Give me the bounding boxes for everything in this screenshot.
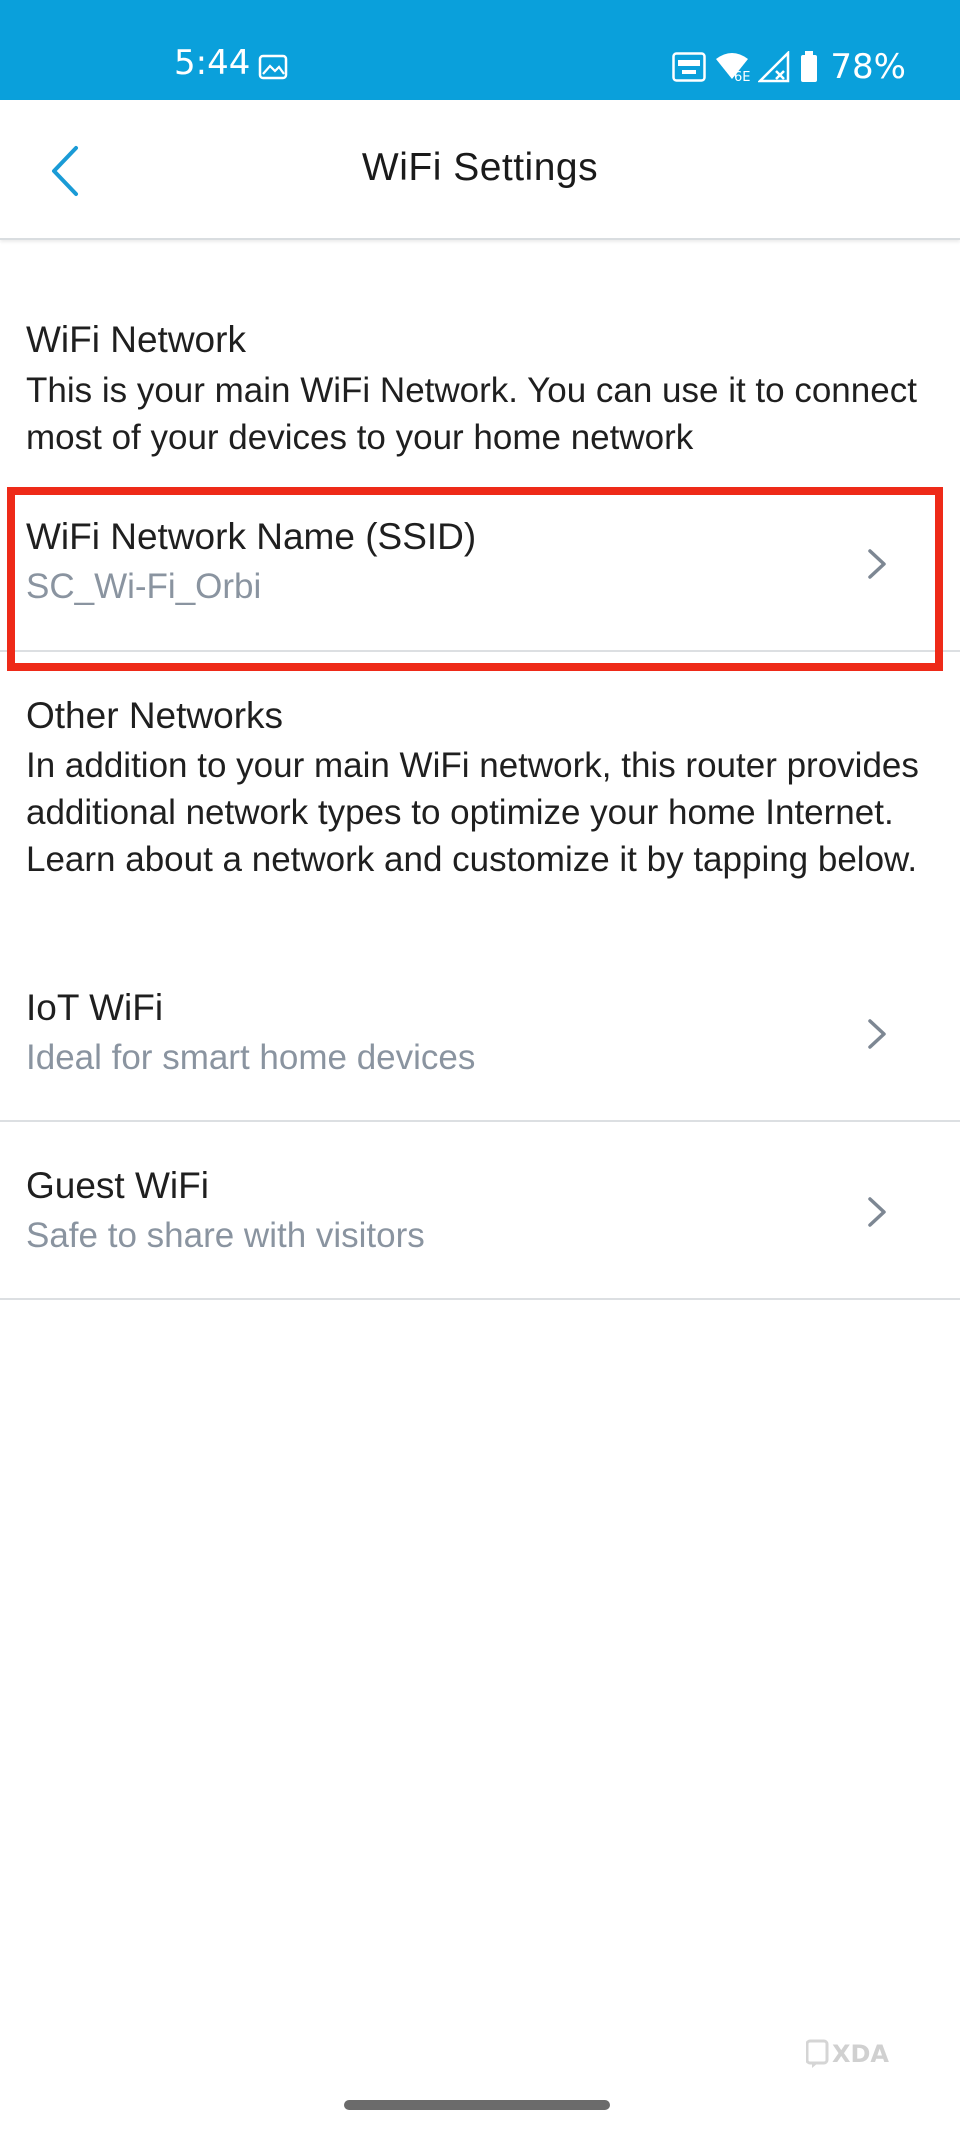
no-signal-icon <box>758 51 790 83</box>
other-networks-description: In addition to your main WiFi network, t… <box>26 746 919 879</box>
guest-wifi-label: Guest WiFi <box>26 1165 209 1206</box>
gallery-icon <box>258 54 288 80</box>
status-icons: 6E 78% <box>672 47 906 87</box>
guest-wifi-row[interactable]: Guest WiFi Safe to share with visitors <box>0 1122 960 1298</box>
battery-icon <box>801 51 818 82</box>
page-title: WiFi Settings <box>361 146 599 189</box>
chevron-right-icon <box>868 549 886 579</box>
divider <box>0 1298 960 1300</box>
status-time: 5:44 <box>174 43 251 83</box>
iot-wifi-row[interactable]: IoT WiFi Ideal for smart home devices <box>0 960 960 1120</box>
auto-hz-icon <box>672 52 707 82</box>
app-header: WiFi Settings <box>0 100 960 240</box>
iot-wifi-label: IoT WiFi <box>26 987 164 1028</box>
battery-percent: 78% <box>830 47 906 87</box>
ssid-label: WiFi Network Name (SSID) <box>26 516 477 557</box>
ssid-value: SC_Wi-Fi_Orbi <box>26 567 262 606</box>
wifi-network-description: This is your main WiFi Network. You can … <box>26 371 917 457</box>
watermark-text: XDA <box>832 2040 889 2068</box>
chevron-right-icon <box>868 1019 886 1049</box>
status-bar: 5:44 6E 78% <box>0 0 960 100</box>
other-networks-title: Other Networks <box>26 695 284 736</box>
chevron-right-icon <box>868 1197 886 1227</box>
network-badge: 6E <box>734 70 750 83</box>
divider <box>0 650 960 652</box>
wifi-6e-icon: 6E <box>716 53 750 83</box>
xda-logo: XDA <box>806 2039 889 2068</box>
guest-wifi-value: Safe to share with visitors <box>26 1216 425 1255</box>
iot-wifi-value: Ideal for smart home devices <box>26 1038 476 1077</box>
wifi-network-title: WiFi Network <box>26 319 246 360</box>
ssid-row[interactable]: WiFi Network Name (SSID) SC_Wi-Fi_Orbi <box>0 490 960 650</box>
home-indicator[interactable] <box>344 2100 610 2110</box>
